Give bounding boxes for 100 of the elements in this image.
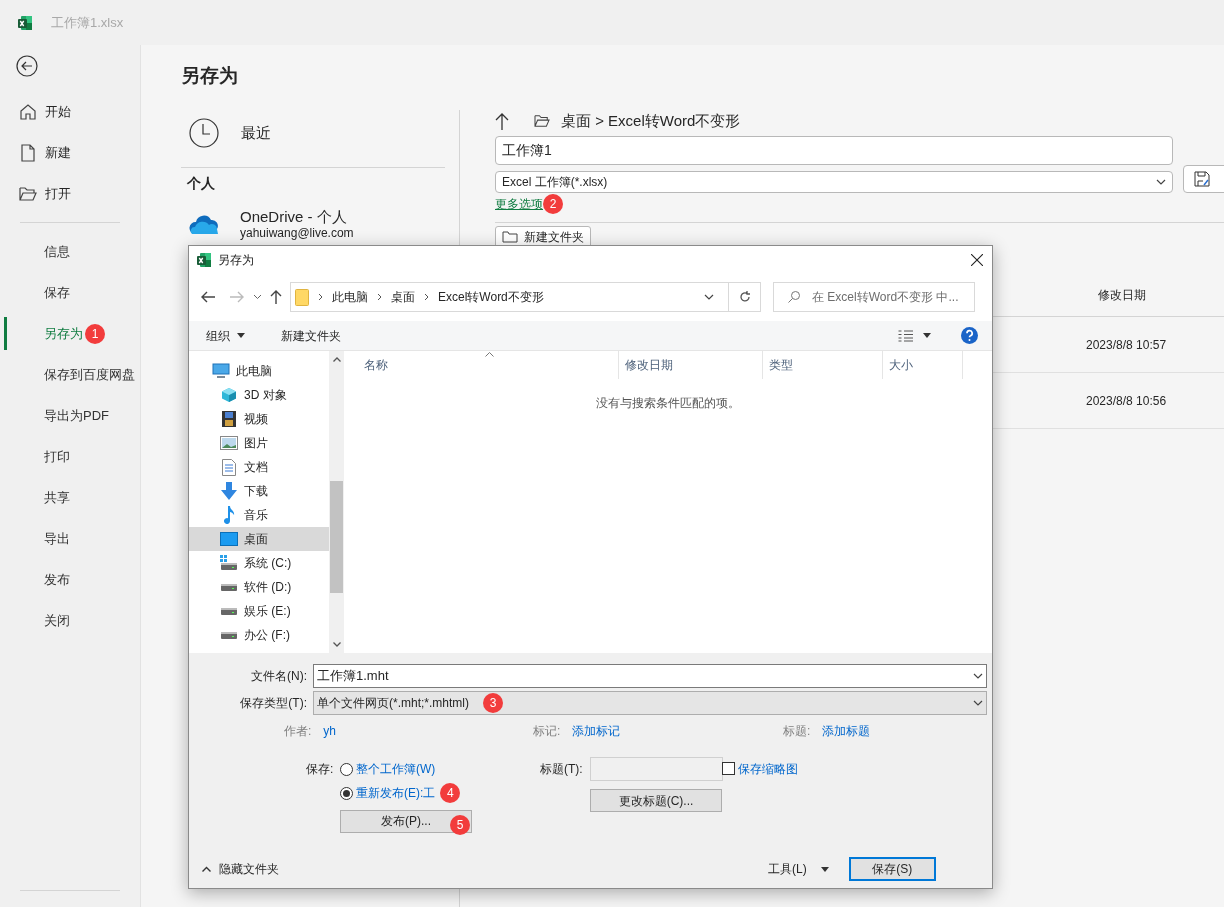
tree-item[interactable]: 3D 对象 [189,383,329,407]
download-icon [221,482,237,500]
scroll-down-icon[interactable] [332,642,341,647]
folder-icon [295,288,309,306]
tools-menu[interactable]: 工具(L) [768,860,829,878]
property-link[interactable]: 添加标记 [572,722,621,740]
organize-menu[interactable]: 组织 [206,326,245,345]
nav-item[interactable]: 关闭 [44,610,70,631]
hide-folders-button[interactable]: 隐藏文件夹 [202,860,279,878]
nav-item[interactable]: 发布 [44,569,70,590]
search-field[interactable]: 在 Excel转Word不变形 中... [773,282,975,312]
chevron-up-icon [202,866,211,872]
nav-item[interactable]: 信息 [44,241,70,262]
save-button[interactable]: 保存(S) [848,857,936,881]
filename-field[interactable]: 工作簿1 [495,136,1173,165]
tree-item[interactable]: 音乐 [189,503,329,527]
tree-item[interactable]: 系统 (C:) [189,551,329,575]
new-folder-button[interactable]: 新建文件夹 [281,326,341,345]
column-header[interactable]: 类型 [763,351,883,379]
radio-button[interactable] [340,786,353,800]
scrollbar[interactable] [329,351,344,653]
drive-icon [220,555,238,571]
nav-item[interactable]: 导出 [44,528,70,549]
nav-item[interactable]: 另存为 [44,323,83,344]
column-header[interactable]: 大小 [883,351,963,379]
tree-item[interactable]: 图片 [189,431,329,455]
excel-icon [196,252,212,268]
more-options-link[interactable]: 更多选项 [495,195,543,213]
chevron-right-icon [318,293,323,301]
radio-label[interactable]: 整个工作簿(W) [356,760,436,778]
chevron-right-icon [424,293,429,301]
property-link[interactable]: yh [323,722,337,740]
nav-item[interactable]: 打印 [44,446,70,467]
file-type-dropdown[interactable]: Excel 工作簿(*.xlsx) [495,171,1173,193]
cloud-icon [189,214,218,234]
caret-down-icon [820,866,829,872]
annotation-badge: 2 [543,194,563,214]
help-icon[interactable] [961,327,978,344]
back-icon[interactable] [16,55,38,77]
tree-item[interactable]: 娱乐 (E:) [189,599,329,623]
drive-icon [220,631,238,639]
page-title: 另存为 [181,64,239,88]
tree-item[interactable]: 桌面 [189,527,329,551]
radio-label[interactable]: 重新发布(E):工 [356,784,436,802]
up-arrow-icon[interactable] [270,290,282,304]
tree-item[interactable]: 视频 [189,407,329,431]
nav-item[interactable]: 打开 [0,173,140,214]
checkbox[interactable] [722,762,735,775]
drive-icon [220,583,238,591]
checkbox-label[interactable]: 保存缩略图 [738,760,798,778]
nav-item[interactable]: 导出为PDF [44,405,109,426]
column-header[interactable]: 修改日期 [619,351,763,379]
tree-item[interactable]: 此电脑 [189,359,329,383]
tree-item[interactable]: 下载 [189,479,329,503]
tree-item[interactable]: 文档 [189,455,329,479]
scroll-up-icon[interactable] [332,357,341,362]
modified-date: 2023/8/8 10:56 [1086,392,1167,410]
column-header[interactable]: 名称 [344,351,619,379]
annotation-badge: 1 [85,323,105,344]
close-icon[interactable] [971,254,983,266]
breadcrumb-item[interactable]: Excel转Word不变形 [438,288,544,306]
back-arrow-icon[interactable] [201,291,215,303]
new-folder-button[interactable]: 新建文件夹 [495,226,591,248]
nav-item[interactable]: 保存 [44,282,70,303]
property-link[interactable]: 添加标题 [822,722,871,740]
scroll-thumb[interactable] [330,481,343,593]
clock-icon [189,118,219,148]
search-icon [788,291,800,303]
recent-locations-icon[interactable] [254,295,261,299]
save-icon [1194,171,1210,187]
computer-icon [212,363,230,379]
change-title-button[interactable]: 更改标题(C)... [590,789,722,812]
location-item[interactable]: 最近 [241,121,271,145]
address-bar[interactable]: 此电脑 桌面 Excel转Word不变形 [290,282,761,312]
refresh-icon[interactable] [738,291,751,303]
column-header[interactable]: 修改日期 [1098,286,1146,304]
file-type-dropdown[interactable]: 单个文件网页(*.mht;*.mhtml) 3 [313,691,987,715]
breadcrumb-item[interactable]: 此电脑 [332,288,368,306]
field-label: 保存: [306,761,335,778]
view-options-icon[interactable] [898,329,914,342]
image-icon [220,436,238,450]
filename-field[interactable]: 工作簿1.mht [313,664,987,688]
tree-item[interactable]: 办公 (F:) [189,623,329,647]
up-arrow-icon[interactable] [495,112,509,130]
document-icon [222,458,236,476]
nav-item[interactable]: 保存到百度网盘 [44,364,135,385]
dialog-title: 另存为 [218,252,254,269]
sort-icon [485,352,494,357]
music-note-icon [223,506,235,524]
nav-item[interactable]: 新建 [0,132,140,173]
chevron-down-icon [973,700,983,706]
excel-icon [17,14,33,31]
radio-button[interactable] [340,762,353,776]
drive-icon [220,607,238,615]
breadcrumb-item[interactable]: 桌面 [391,288,415,306]
nav-item[interactable]: 共享 [44,487,70,508]
chevron-down-icon [704,294,714,300]
location-item[interactable]: OneDrive - 个人 [240,208,354,226]
nav-item[interactable]: 开始 [0,91,140,132]
tree-item[interactable]: 软件 (D:) [189,575,329,599]
